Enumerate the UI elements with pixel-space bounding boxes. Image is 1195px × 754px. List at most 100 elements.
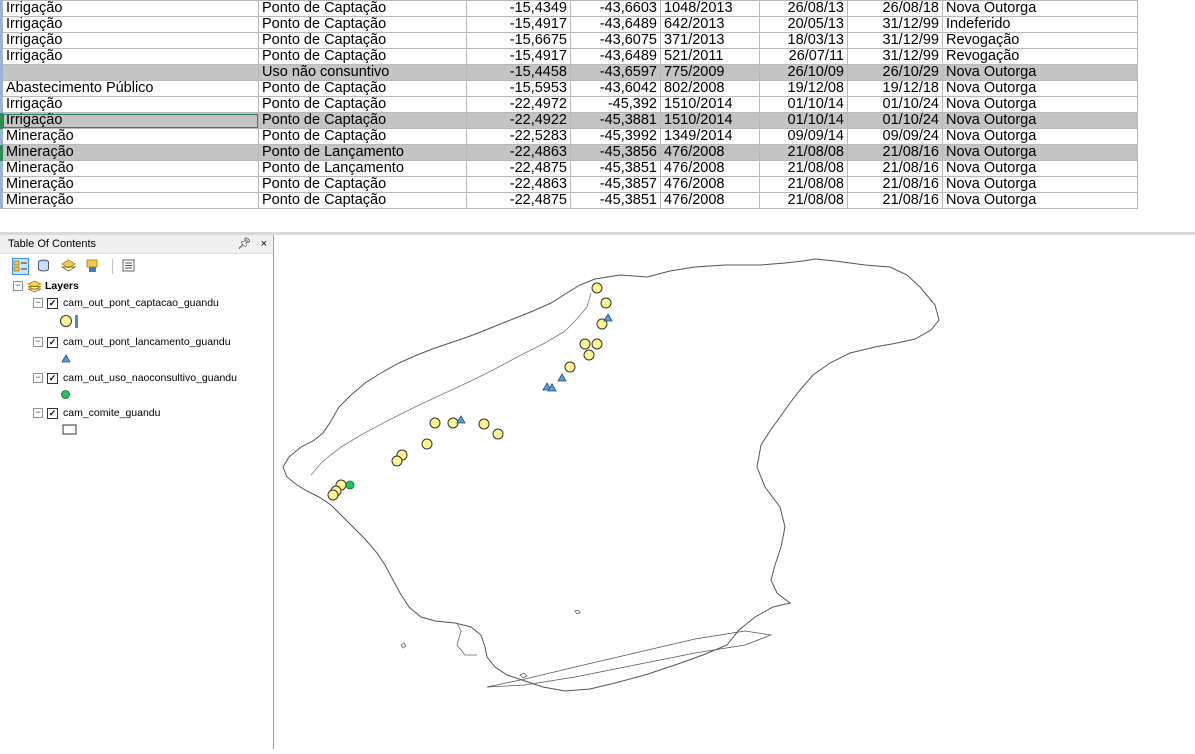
- cell-data-fim[interactable]: 26/08/18: [847, 0, 943, 17]
- cell-longitude[interactable]: -45,3856: [570, 144, 661, 161]
- collapse-icon[interactable]: −: [33, 298, 43, 309]
- cell-data-inicio[interactable]: 21/08/08: [759, 176, 848, 193]
- captacao-point[interactable]: [600, 297, 612, 309]
- cell-status[interactable]: Revogação: [942, 48, 1138, 65]
- captacao-point[interactable]: [327, 489, 339, 501]
- cell-longitude[interactable]: -45,3992: [570, 128, 661, 145]
- cell-portaria[interactable]: 1349/2014: [660, 128, 760, 145]
- cell-portaria[interactable]: 1510/2014: [660, 96, 760, 113]
- cell-latitude[interactable]: -15,4458: [466, 64, 571, 81]
- lancamento-point[interactable]: [603, 313, 613, 322]
- cell-latitude[interactable]: -22,4875: [466, 192, 571, 209]
- cell-latitude[interactable]: -15,6675: [466, 32, 571, 49]
- cell-latitude[interactable]: -15,5953: [466, 80, 571, 97]
- collapse-icon[interactable]: −: [33, 337, 43, 348]
- captacao-point[interactable]: [391, 455, 403, 467]
- table-row[interactable]: Irrigação Ponto de Captação -15,4917 -43,64…: [0, 16, 1138, 33]
- cell-tipo[interactable]: Ponto de Captação: [258, 128, 467, 145]
- cell-status[interactable]: Nova Outorga: [942, 80, 1138, 97]
- cell-data-fim[interactable]: 31/12/99: [847, 16, 943, 33]
- table-row[interactable]: Abastecimento Público Ponto de Captação -1…: [0, 80, 1138, 97]
- lancamento-point[interactable]: [557, 373, 567, 382]
- cell-status[interactable]: Nova Outorga: [942, 112, 1138, 129]
- cell-data-fim[interactable]: 31/12/99: [847, 48, 943, 65]
- cell-tipo[interactable]: Ponto de Captação: [258, 32, 467, 49]
- cell-longitude[interactable]: -43,6603: [570, 0, 661, 17]
- collapse-icon[interactable]: −: [13, 281, 23, 292]
- cell-tipo[interactable]: Uso não consuntivo: [258, 64, 467, 81]
- cell-status[interactable]: Nova Outorga: [942, 64, 1138, 81]
- cell-uso[interactable]: Abastecimento Público: [0, 80, 259, 97]
- cell-longitude[interactable]: -43,6489: [570, 48, 661, 65]
- layer-item-captacao[interactable]: − ✓ cam_out_pont_captacao_guandu: [33, 295, 219, 311]
- layer-visibility-checkbox[interactable]: ✓: [47, 297, 58, 309]
- layer-visibility-checkbox[interactable]: ✓: [47, 407, 58, 419]
- cell-tipo[interactable]: Ponto de Captação: [258, 176, 467, 193]
- cell-longitude[interactable]: -43,6042: [570, 80, 661, 97]
- cell-longitude[interactable]: -43,6075: [570, 32, 661, 49]
- cell-latitude[interactable]: -22,4875: [466, 160, 571, 177]
- captacao-point[interactable]: [579, 338, 591, 350]
- cell-status[interactable]: Nova Outorga: [942, 160, 1138, 177]
- collapse-icon[interactable]: −: [33, 373, 43, 384]
- captacao-point[interactable]: [429, 417, 441, 429]
- cell-data-inicio[interactable]: 21/08/08: [759, 144, 848, 161]
- cell-latitude[interactable]: -22,4863: [466, 176, 571, 193]
- cell-latitude[interactable]: -22,5283: [466, 128, 571, 145]
- pin-icon[interactable]: 📌︎: [238, 238, 252, 250]
- cell-uso[interactable]: Mineração: [0, 176, 259, 193]
- cell-data-inicio[interactable]: 01/10/14: [759, 96, 848, 113]
- cell-portaria[interactable]: 1510/2014: [660, 112, 760, 129]
- layer-item-comite[interactable]: − ✓ cam_comite_guandu: [33, 405, 160, 421]
- cell-uso[interactable]: Mineração: [0, 160, 259, 177]
- list-by-source-icon[interactable]: [36, 258, 53, 275]
- cell-data-fim[interactable]: 01/10/24: [847, 96, 943, 113]
- layer-item-nao-consuntivo[interactable]: − ✓ cam_out_uso_naoconsultivo_guandu: [33, 370, 237, 386]
- cell-status[interactable]: Indeferido: [942, 16, 1138, 33]
- cell-data-fim[interactable]: 19/12/18: [847, 80, 943, 97]
- captacao-point[interactable]: [421, 438, 433, 450]
- layer-item-lancamento[interactable]: − ✓ cam_out_pont_lancamento_guandu: [33, 334, 231, 350]
- captacao-point[interactable]: [564, 361, 576, 373]
- cell-uso[interactable]: Mineração: [0, 192, 259, 209]
- captacao-point[interactable]: [591, 282, 603, 294]
- cell-longitude[interactable]: -45,3851: [570, 160, 661, 177]
- captacao-point[interactable]: [492, 428, 504, 440]
- cell-latitude[interactable]: -15,4917: [466, 16, 571, 33]
- cell-data-fim[interactable]: 09/09/24: [847, 128, 943, 145]
- captacao-point[interactable]: [478, 418, 490, 430]
- cell-status[interactable]: Nova Outorga: [942, 0, 1138, 17]
- cell-portaria[interactable]: 802/2008: [660, 80, 760, 97]
- cell-longitude[interactable]: -45,3857: [570, 176, 661, 193]
- cell-data-fim[interactable]: 31/12/99: [847, 32, 943, 49]
- cell-tipo[interactable]: Ponto de Captação: [258, 0, 467, 17]
- cell-uso[interactable]: Mineração: [0, 144, 259, 161]
- cell-uso[interactable]: Irrigação: [0, 32, 259, 49]
- cell-tipo[interactable]: Ponto de Lançamento: [258, 160, 467, 177]
- cell-uso[interactable]: [0, 64, 259, 81]
- list-by-drawing-order-icon[interactable]: [12, 258, 29, 275]
- cell-status[interactable]: Nova Outorga: [942, 192, 1138, 209]
- captacao-point[interactable]: [591, 338, 603, 350]
- cell-data-fim[interactable]: 21/08/16: [847, 192, 943, 209]
- cell-uso[interactable]: Irrigação: [0, 48, 259, 65]
- cell-tipo[interactable]: Ponto de Captação: [258, 16, 467, 33]
- cell-uso[interactable]: Irrigação: [0, 0, 259, 17]
- cell-longitude[interactable]: -45,3881: [570, 112, 661, 129]
- cell-portaria[interactable]: 642/2013: [660, 16, 760, 33]
- cell-portaria[interactable]: 521/2011: [660, 48, 760, 65]
- layer-visibility-checkbox[interactable]: ✓: [47, 336, 58, 348]
- table-row[interactable]: Irrigação Ponto de Captação -15,4349 -43,66…: [0, 0, 1138, 17]
- list-by-visibility-icon[interactable]: [60, 258, 78, 275]
- cell-longitude[interactable]: -43,6489: [570, 16, 661, 33]
- cell-longitude[interactable]: -45,392: [570, 96, 661, 113]
- cell-tipo[interactable]: Ponto de Captação: [258, 80, 467, 97]
- lancamento-point[interactable]: [456, 415, 466, 424]
- options-icon[interactable]: [121, 258, 138, 275]
- cell-tipo[interactable]: Ponto de Captação: [258, 112, 467, 129]
- cell-data-inicio[interactable]: 01/10/14: [759, 112, 848, 129]
- cell-data-fim[interactable]: 21/08/16: [847, 144, 943, 161]
- cell-data-fim[interactable]: 21/08/16: [847, 160, 943, 177]
- captacao-point[interactable]: [583, 349, 595, 361]
- table-row[interactable]: Irrigação Ponto de Captação -15,4917 -43,64…: [0, 48, 1138, 65]
